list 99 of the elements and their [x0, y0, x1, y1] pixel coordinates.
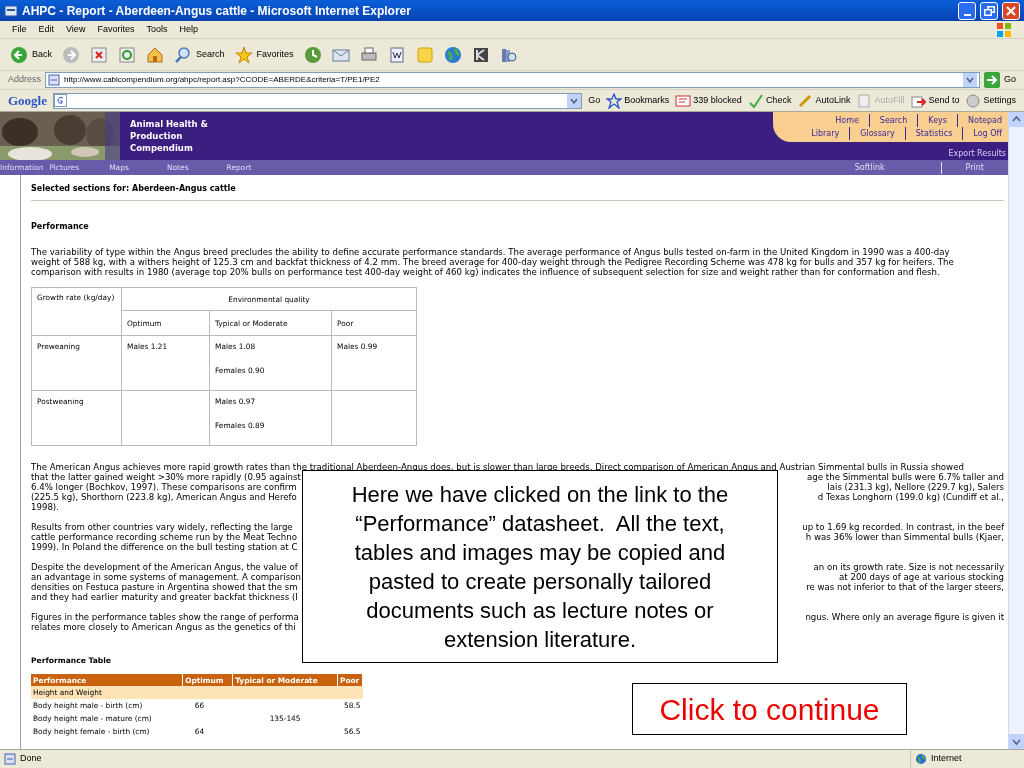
note-icon — [415, 45, 434, 64]
page-icon — [4, 753, 16, 765]
paragraph-line: cattle performance recording scheme run by the Meat Techno — [31, 532, 297, 542]
menu-item[interactable]: Edit — [38, 22, 55, 37]
search-icon — [174, 45, 192, 64]
paragraph-line: weight of 588 kg, with a withers height of 125.3 cm and backfat thickness of 4.2 mm. The breed average for 400-day weight through the Pedigree Recording Scheme was 478 kg for bulls and 357 kg for heifers. The — [31, 257, 955, 267]
google-logo: Google — [8, 91, 47, 110]
paragraph-line: Figures in the performance tables show the range of performa — [31, 612, 299, 622]
paragraph-line: ngus. Where only an average figure is given it — [805, 612, 1004, 622]
favorites-button[interactable]: Favorites — [232, 42, 296, 67]
blocked-popup-icon — [675, 92, 692, 109]
restore-button[interactable] — [980, 1, 998, 20]
paragraph-line: and they had earlier maturity and greater backfat thickness (I — [31, 592, 298, 602]
toolbar-button[interactable]: Send to — [910, 92, 960, 109]
nav-link[interactable]: Softlink — [830, 161, 942, 174]
printer-icon — [359, 45, 378, 64]
close-icon — [1006, 5, 1016, 16]
nav-link[interactable]: Keys — [918, 114, 958, 127]
site-title: Animal Health & — [130, 118, 210, 130]
back-button[interactable]: Back — [8, 42, 54, 67]
home-icon — [146, 45, 164, 64]
nav-link[interactable]: Print — [941, 161, 1008, 174]
nav-link[interactable]: Statistics — [905, 127, 964, 140]
paragraph-line: that the latter gained weight >30% more rapidly (0.95 against — [31, 472, 301, 482]
go-button[interactable]: Go — [984, 72, 1016, 88]
spellcheck-icon — [747, 92, 764, 109]
paragraph-line: 6.4% longer (Bochkov, 1997). These comparisons are confirm — [31, 482, 297, 492]
paragraph-line: Despite the development of the American Angus, the value of — [31, 562, 298, 572]
go-button[interactable]: Go — [588, 93, 601, 108]
section-heading: Performance — [31, 222, 90, 232]
nav-link[interactable]: Notepad — [958, 114, 1002, 127]
windows-flag-icon — [996, 21, 1012, 38]
page-icon — [48, 74, 61, 86]
paragraph-line: re was not inferior to that of the larger steers, — [806, 582, 1004, 592]
menu-item[interactable]: Help — [179, 22, 198, 37]
refresh-icon — [118, 45, 136, 64]
minimize-icon — [963, 13, 971, 16]
paragraph-line: d Texas Longhorn (199.0 kg) (Cundiff et al., — [817, 492, 1004, 502]
paragraph-line: at 200 days of age at various stocking — [839, 572, 1004, 582]
zone-text: Internet — [931, 752, 962, 766]
window-icon — [4, 3, 18, 18]
address-label: Address — [8, 73, 42, 87]
restore-icon — [983, 5, 995, 16]
paragraph-line: up to 1.69 kg recorded. In contrast, in the beef — [802, 522, 1004, 532]
menu-item[interactable]: File — [12, 22, 27, 37]
stop-icon — [90, 45, 108, 64]
nav-link[interactable]: Search — [869, 114, 919, 127]
clock-icon — [303, 45, 322, 64]
menu-item[interactable]: View — [66, 22, 86, 37]
paragraph-line: The variability of type within the Angus breed precludes the ability to define accurate performance standards. The average performance of Angus bulls tested on-farm in the United Kingdom in 1990 was a 400-day — [31, 247, 951, 257]
globe-icon — [915, 753, 927, 765]
scrollbar[interactable] — [1008, 112, 1024, 749]
paragraph-line: an advantage in some systems of management. A comparison — [31, 572, 301, 582]
globe-icon — [443, 45, 462, 64]
continue-button[interactable]: Click to continue — [632, 683, 907, 735]
star-icon — [234, 45, 253, 64]
paragraph-line: an on its growth rate. Size is not necessarily — [813, 562, 1004, 572]
messenger-icon — [471, 45, 490, 64]
toolbar-button[interactable]: 339 blocked — [675, 92, 742, 109]
address-field[interactable]: http://www.cabicompendium.org/ahpc/report.asp?CCODE=ABERDE&criteria=T/PE1/PE2 — [45, 72, 980, 88]
nav-link[interactable]: Library — [801, 127, 851, 140]
site-title: Production — [130, 130, 184, 142]
paragraph-line: 1998). — [31, 502, 59, 512]
toolbar-button: AutoFill — [856, 92, 905, 109]
callout-text: Here we have clicked on the link to the “Performance” datasheet. All the text, tables and images may be copied and pasted to create personally tailored documents such as lecture notes or extension literature. — [350, 480, 730, 654]
toolbar-button[interactable]: Bookmarks — [606, 92, 670, 109]
paragraph-line: (225.5 kg), Shorthorn (223.8 kg), American Angus and Herefo — [31, 492, 297, 502]
paragraph-line: densities on Festuca pasture in Argentina showed that the sm — [31, 582, 298, 592]
minimize-button[interactable] — [958, 1, 976, 20]
export-link[interactable]: Export Results — [948, 148, 1008, 160]
paragraph-line: lais (231.3 kg), Nellore (229.7 kg), Salers — [827, 482, 1004, 492]
menu-item[interactable]: Favorites — [97, 22, 135, 37]
paragraph-line: comparison with results in 1980 (average top 20% bulls on performance test 400-day weight of 460 kg) indicates the influence of subsequent selection for size and weight rather than for conformation and flesh. — [31, 267, 941, 277]
menu-item[interactable]: Tools — [146, 22, 168, 37]
toolbar-button[interactable]: AutoLink — [797, 92, 851, 109]
scroll-down-icon[interactable] — [1009, 734, 1024, 749]
toolbar-button[interactable]: Settings — [965, 92, 1016, 109]
go-arrow-icon — [984, 72, 1000, 88]
paragraph-line: Results from other countries vary widely, reflecting the large — [31, 522, 293, 532]
window-title: AHPC - Report - Aberdeen-Angus cattle - Microsoft Internet Explorer — [22, 2, 412, 20]
star-icon — [606, 92, 623, 109]
site-title: Compendium — [130, 142, 194, 154]
paragraph-line: age the Simmental bulls were 6.7% taller and — [807, 472, 1004, 482]
form-icon — [856, 92, 873, 109]
paragraph-line: h was 36% lower than Simmental bulls (Kjaer, — [805, 532, 1004, 542]
google-g-icon — [54, 94, 67, 107]
paragraph-line: relates more closely to American Angus as the genetics of thi — [31, 622, 296, 632]
close-button[interactable] — [1002, 1, 1020, 20]
document-icon — [387, 45, 406, 64]
paragraph-line: 1999). In Poland the difference on the bull testing station at C — [31, 542, 298, 552]
toolbar-button[interactable]: Check — [747, 92, 792, 109]
scroll-up-icon[interactable] — [1009, 112, 1024, 127]
page-heading: Selected sections for: Aberdeen-Angus cattle — [31, 184, 1004, 201]
gear-icon — [965, 92, 982, 109]
status-text: Done — [20, 752, 43, 766]
nav-link[interactable]: Glossary — [850, 127, 906, 140]
nav-link[interactable]: Home — [825, 114, 870, 127]
nav-link[interactable]: Log Off — [963, 127, 1002, 140]
search-button[interactable]: Search — [172, 42, 227, 67]
